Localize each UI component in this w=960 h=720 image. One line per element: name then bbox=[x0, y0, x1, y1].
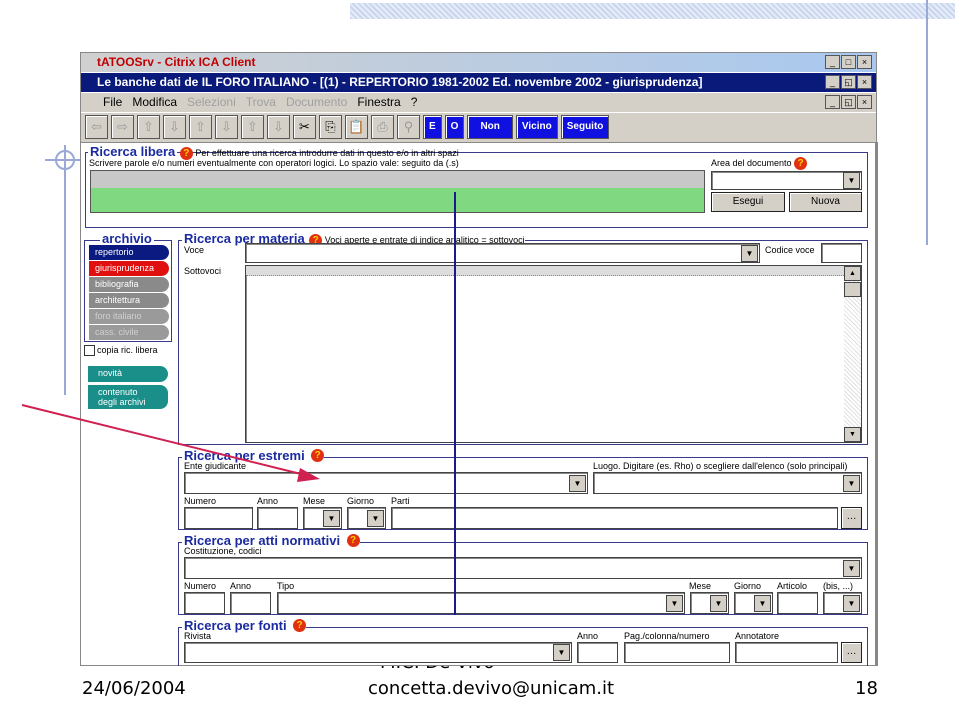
arrow-shaft bbox=[21, 404, 306, 476]
footer-email: concetta.devivo@unicam.it bbox=[368, 678, 615, 699]
footer-page-number: 18 bbox=[855, 678, 878, 699]
arrow-head bbox=[297, 468, 320, 482]
footer-date: 24/06/2004 bbox=[82, 678, 186, 699]
annotation-arrow bbox=[21, 404, 320, 482]
